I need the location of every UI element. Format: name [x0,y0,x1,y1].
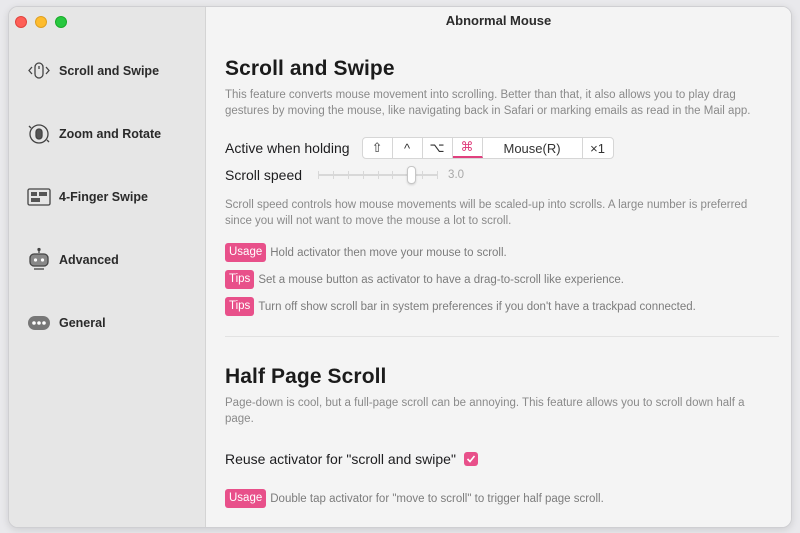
tips-badge: Tips [225,270,255,289]
sidebar-item-scroll-and-swipe[interactable]: Scroll and Swipe [9,53,205,116]
tap-count-selector[interactable]: ×1 [583,138,613,158]
robot-icon [25,246,53,274]
reuse-activator-label: Reuse activator for "scroll and swipe" [225,451,456,467]
scroll-tips: Usage Hold activator then move your mous… [225,243,773,316]
main-panel: Abnormal Mouse Scroll and Swipe This fea… [206,7,791,527]
settings-content[interactable]: Scroll and Swipe This feature converts m… [225,35,779,508]
tip-item: Usage Double tap activator for "move to … [225,489,773,508]
reuse-activator-row: Reuse activator for "scroll and swipe" [225,451,773,467]
mouse-button-selector[interactable]: Mouse(R) [483,138,583,158]
tip-text: Turn off show scroll bar in system prefe… [258,300,696,313]
sidebar: Scroll and Swipe Zoom and Rotate 4-Finge… [9,7,206,527]
section-description: This feature converts mouse movement int… [225,89,751,117]
activator-row: Active when holding ⇧ ^ ⌥ ⌘ Mouse(R) ×1 [225,137,773,159]
window-controls [15,16,67,28]
tip-text: Hold activator then move your mouse to s… [270,246,507,259]
usage-badge: Usage [225,489,267,508]
sidebar-item-label: Scroll and Swipe [59,64,160,78]
section-title-half-page-scroll: Half Page Scroll [225,365,387,388]
section-description: Page-down is cool, but a full-page scrol… [225,397,745,425]
option-key-toggle[interactable]: ⌥ [423,138,453,158]
sidebar-item-label: General [59,316,106,330]
close-window-button[interactable] [15,16,27,28]
tip-item: Tips Set a mouse button as activator to … [225,270,773,289]
control-key-toggle[interactable]: ^ [393,138,423,158]
sidebar-item-label: 4-Finger Swipe [59,190,148,204]
scroll-speed-label: Scroll speed [225,167,303,183]
scroll-speed-description: Scroll speed controls how mouse movement… [225,199,748,227]
tips-badge: Tips [225,297,255,316]
activator-label: Active when holding [225,140,350,156]
section-divider [225,336,779,337]
more-icon [25,309,53,337]
scroll-speed-value: 3.0 [448,169,465,181]
sidebar-item-general[interactable]: General [9,305,205,368]
tip-text: Set a mouse button as activator to have … [258,273,624,286]
window-title: Abnormal Mouse [206,7,791,35]
scroll-speed-row: Scroll speed 3.0 [225,166,773,184]
usage-badge: Usage [225,243,267,262]
shift-key-toggle[interactable]: ⇧ [363,138,393,158]
app-window: Scroll and Swipe Zoom and Rotate 4-Finge… [8,6,792,528]
tip-item: Tips Turn off show scroll bar in system … [225,297,773,316]
scroll-speed-slider[interactable] [318,166,439,184]
mouse-scroll-icon [25,57,53,85]
sidebar-item-zoom-and-rotate[interactable]: Zoom and Rotate [9,116,205,179]
mission-control-icon [25,183,53,211]
slider-track [318,174,439,176]
sidebar-item-label: Advanced [59,253,119,267]
zoom-rotate-icon [25,120,53,148]
checkmark-icon [466,455,476,463]
sidebar-nav: Scroll and Swipe Zoom and Rotate 4-Finge… [9,53,205,368]
tip-text: Double tap activator for "move to scroll… [270,492,604,505]
slider-thumb[interactable] [406,166,416,184]
minimize-window-button[interactable] [35,16,47,28]
activator-key-selector: ⇧ ^ ⌥ ⌘ Mouse(R) ×1 [361,137,614,159]
section-title-scroll-and-swipe: Scroll and Swipe [225,57,395,80]
reuse-activator-checkbox[interactable] [463,452,478,466]
sidebar-item-4-finger-swipe[interactable]: 4-Finger Swipe [9,179,205,242]
sidebar-item-advanced[interactable]: Advanced [9,242,205,305]
tip-item: Usage Hold activator then move your mous… [225,243,773,262]
zoom-window-button[interactable] [55,16,67,28]
command-key-toggle[interactable]: ⌘ [452,138,483,158]
sidebar-item-label: Zoom and Rotate [59,127,162,141]
